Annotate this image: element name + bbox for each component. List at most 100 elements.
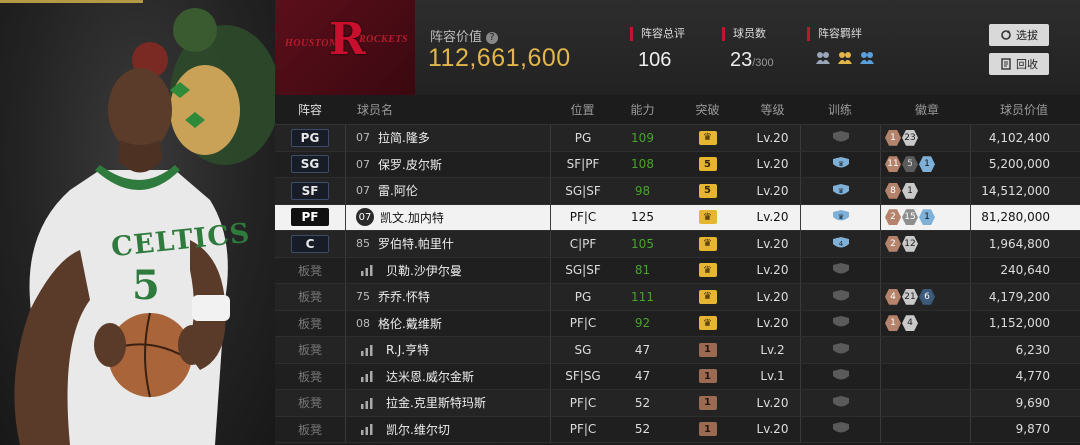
player-name[interactable]: 拉简.隆多 [378,129,430,146]
crown-icon: ♛ [698,236,717,251]
player-name[interactable]: 达米恩.威尔金斯 [386,368,474,385]
lineup-slot[interactable]: 板凳 [291,367,329,385]
table-row[interactable]: 板凳 凯尔.维尔切 PF|C 52 1 Lv.20 9,870 [275,416,1080,443]
player-ability: 105 [631,236,654,251]
player-name[interactable]: 凯文.加内特 [380,209,444,226]
table-row[interactable]: 板凳 08 格伦.戴维斯 PF|C 92 ♛ Lv.20 14 1,152,000 [275,310,1080,337]
badge-icon: 23 [902,129,918,146]
col-position[interactable]: 位置 [550,95,615,124]
jersey-number: 07 [356,157,370,171]
player-name[interactable]: 雷.阿伦 [378,182,418,199]
lineup-slot[interactable]: SF [291,181,329,200]
table-row[interactable]: SF 07 雷.阿伦 SG|SF 98 5 Lv.20 ♛ 81 14,512,0… [275,178,1080,205]
recycle-button[interactable]: 回收 [989,53,1049,75]
jersey-number: 85 [356,237,370,251]
player-name[interactable]: R.J.亨特 [386,341,429,358]
player-level: Lv.20 [756,395,789,410]
player-name[interactable]: 拉金.克里斯特玛斯 [386,394,486,411]
player-value: 9,870 [970,416,1080,442]
badge-icon: 1 [902,182,918,199]
col-player-name[interactable]: 球员名 [345,95,550,124]
col-player-value[interactable]: 球员价值 [970,95,1080,124]
player-value: 81,280,000 [970,204,1080,230]
lineup-value: 112,661,600 [428,44,571,72]
bond-icon-2[interactable] [837,50,853,66]
crown-icon: ♛ [698,263,717,278]
training-icon [832,395,849,407]
col-breakthrough[interactable]: 突破 [670,95,745,124]
player-ability: 52 [634,422,651,437]
player-value: 240,640 [970,257,1080,283]
lineup-slot[interactable]: 板凳 [291,420,329,438]
player-value: 4,102,400 [970,125,1080,151]
player-name[interactable]: 格伦.戴维斯 [378,315,442,332]
jersey-number: 5 [132,262,160,309]
player-name[interactable]: 保罗.皮尔斯 [378,156,442,173]
lineup-slot[interactable]: 板凳 [291,341,329,359]
document-icon [1001,58,1011,70]
badge-list: 2 12 [880,231,970,257]
player-value: 14,512,000 [970,178,1080,204]
badge-icon: 1 [885,315,901,332]
lineup-slot[interactable]: C [291,234,329,253]
training-icon [832,369,849,380]
breakthrough-badge: 1 [698,422,717,437]
training-icon [832,316,849,327]
player-name[interactable]: 凯尔.维尔切 [386,421,450,438]
table-row[interactable]: 板凳 贝勒.沙伊尔曼 SG|SF 81 ♛ Lv.20 240,640 [275,257,1080,284]
player-ability: 108 [631,157,654,172]
badge-list: 1 23 [880,125,970,151]
badge-icon: 1 [885,129,901,146]
badge-icon: 5 [902,156,918,173]
table-row[interactable]: SG 07 保罗.皮尔斯 SF|PF 108 5 Lv.20 ♛ 11 5 1 5,2… [275,151,1080,178]
team-logo: HOUSTON R ROCKETS [275,0,415,95]
help-icon[interactable]: ? [486,32,499,44]
player-value: 4,770 [970,363,1080,389]
lineup-slot[interactable]: SG [291,155,329,174]
lineup-slot[interactable]: PF [291,208,329,227]
badge-icon: 15 [902,209,918,226]
player-name[interactable]: 罗伯特.帕里什 [378,235,454,252]
lineup-slot[interactable]: 板凳 [291,261,329,279]
col-badges[interactable]: 徽章 [880,95,970,124]
crown-icon: ♛ [698,289,717,304]
player-position: SF|SG [550,363,615,389]
table-row[interactable]: 板凳 R.J.亨特 SG 47 1 Lv.2 6,230 [275,337,1080,364]
select-button[interactable]: 选拔 [989,24,1049,46]
player-name[interactable]: 乔乔.怀特 [378,288,430,305]
table-row[interactable]: C 85 罗伯特.帕里什 C|PF 105 ♛ Lv.20 4 2 12 1,964… [275,231,1080,258]
player-level: Lv.20 [756,316,789,331]
player-value: 9,690 [970,390,1080,416]
col-training[interactable]: 训练 [800,95,880,124]
player-position: PF|C [550,204,615,230]
player-ability: 47 [634,342,651,357]
col-level[interactable]: 等级 [745,95,800,124]
bond-icon-3[interactable] [859,50,875,66]
table-row[interactable]: 板凳 75 乔乔.怀特 PG 111 ♛ Lv.20 4 21 6 4,179,200 [275,284,1080,311]
lineup-slot[interactable]: PG [291,128,329,147]
bond-icon-1[interactable] [815,50,831,66]
player-level: Lv.20 [756,210,789,225]
lineup-slot[interactable]: 板凳 [291,288,329,306]
col-ability[interactable]: 能力 [615,95,670,124]
col-lineup[interactable]: 阵容 [275,95,345,124]
table-row[interactable]: 板凳 达米恩.威尔金斯 SF|SG 47 1 Lv.1 4,770 [275,363,1080,390]
badge-list: 81 [880,178,970,204]
player-name[interactable]: 贝勒.沙伊尔曼 [386,262,462,279]
table-row[interactable]: 板凳 拉金.克里斯特玛斯 PF|C 52 1 Lv.20 9,690 [275,390,1080,417]
player-ability: 92 [634,316,651,331]
breakthrough-badge: 1 [698,395,717,410]
table-row[interactable]: PG 07 拉简.隆多 PG 109 ♛ Lv.20 1 23 4,102,400 [275,125,1080,152]
jersey-number: 08 [356,316,370,330]
lineup-slot[interactable]: 板凳 [291,394,329,412]
badge-list [880,257,970,283]
player-portrait: CELTICS 5 [0,0,275,445]
player-ability: 81 [634,263,651,278]
lineup-slot[interactable]: 板凳 [291,314,329,332]
player-level: Lv.20 [756,130,789,145]
player-position: SG|SF [550,178,615,204]
table-row[interactable]: PF 07 凯文.加内特 PF|C 125 ♛ Lv.20 ♛ 2 15 1 81,2… [275,204,1080,231]
lineup-header: HOUSTON R ROCKETS 阵容价值? 112,661,600 阵容总评… [275,0,1080,95]
signal-icon [361,265,373,277]
player-level: Lv.20 [756,289,789,304]
